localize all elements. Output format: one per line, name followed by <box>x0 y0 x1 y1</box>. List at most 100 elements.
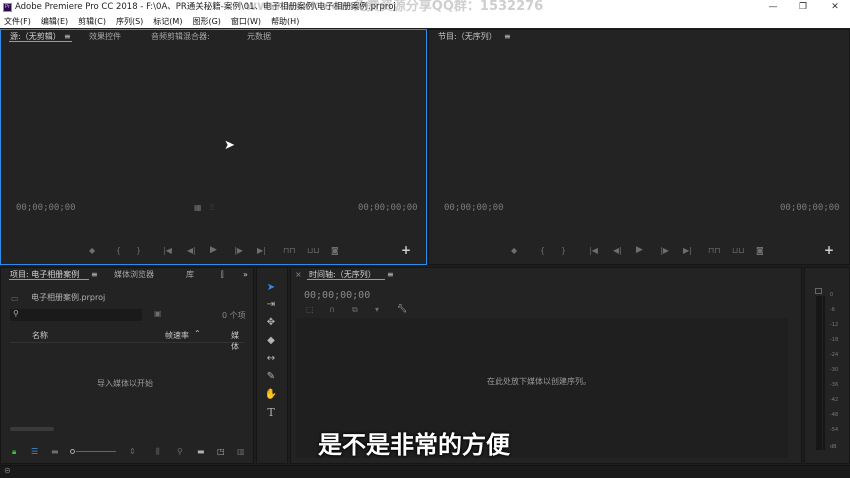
clear-icon[interactable]: ▥ <box>237 447 245 456</box>
track-select-tool-icon[interactable]: ⇥ <box>264 298 278 312</box>
zoom-slider[interactable] <box>76 451 116 452</box>
meter-label: -42 <box>830 397 839 403</box>
play-icon[interactable]: ▶ <box>636 245 643 255</box>
column-media[interactable]: 媒体 <box>231 330 244 352</box>
insert-overwrite-icon[interactable]: ⬚ <box>306 305 314 314</box>
column-frame-rate[interactable]: 帧速率 <box>165 330 189 341</box>
find-icon[interactable]: ⚲ <box>177 447 183 456</box>
zoom-slider-handle[interactable] <box>70 449 75 454</box>
step-back-icon[interactable]: ◀| <box>187 246 196 255</box>
mark-out-icon[interactable]: } <box>136 246 141 255</box>
icon-view-icon[interactable]: ▬ <box>51 447 59 456</box>
source-monitor-panel: 源:（无剪辑） ≡ 效果控件 音频剪辑混合器: 元数据 ➤ 00;00;00;0… <box>0 29 427 265</box>
close-button[interactable]: ✕ <box>824 0 846 15</box>
menu-sequence[interactable]: 序列(S) <box>116 15 143 28</box>
sort-ascending-icon[interactable]: ⌃ <box>194 329 201 338</box>
menu-clip[interactable]: 剪辑(C) <box>78 15 106 28</box>
tab-program[interactable]: 节目:（无序列） <box>438 30 497 44</box>
linked-selection-icon[interactable]: ⧉ <box>352 305 358 315</box>
lock-icon[interactable]: 🔒︎ <box>12 447 16 457</box>
list-view-icon[interactable]: ☰ <box>31 447 38 456</box>
project-panel: 项目: 电子相册案例 ≡ 媒体浏览器 库 ⫿ » ▭ 电子相册案例.prproj… <box>0 267 254 464</box>
extract-icon[interactable]: ⊔⊔ <box>732 246 744 255</box>
settings-wrench-icon[interactable]: 🔧︎ <box>397 304 407 313</box>
mark-in-icon[interactable]: { <box>116 246 121 255</box>
horizontal-scrollbar[interactable] <box>10 427 54 431</box>
solo-button[interactable] <box>815 288 822 294</box>
tab-media-browser[interactable]: 媒体浏览器 <box>114 268 154 282</box>
item-count: 0 个项 <box>222 311 246 320</box>
premiere-logo-icon: Pr <box>3 3 12 12</box>
go-to-out-icon[interactable]: ▶| <box>683 246 692 255</box>
panel-menu-icon[interactable]: ≡ <box>91 268 98 282</box>
ripple-edit-tool-icon[interactable]: ✥ <box>264 316 278 330</box>
search-input[interactable]: ⚲ <box>10 309 142 321</box>
column-name[interactable]: 名称 <box>32 330 48 341</box>
restore-button[interactable]: ❐ <box>792 0 814 15</box>
drag-video-icon[interactable]: ▦ <box>194 203 202 212</box>
tab-libraries[interactable]: 库 <box>186 268 194 282</box>
mark-out-icon[interactable]: } <box>561 246 566 255</box>
meter-label: -12 <box>830 322 839 328</box>
new-bin-icon[interactable]: ▬ <box>197 447 205 456</box>
tab-effect-controls[interactable]: 效果控件 <box>89 30 121 44</box>
timeline-timecode[interactable]: 00;00;00;00 <box>304 290 370 301</box>
export-frame-icon[interactable]: ◙ <box>331 246 339 255</box>
razor-tool-icon[interactable]: ◆ <box>264 334 278 348</box>
tools-panel: ➤ ⇥ ✥ ◆ ↔ ✎ ✋ T <box>256 267 288 464</box>
go-to-in-icon[interactable]: |◀ <box>589 246 598 255</box>
add-marker-icon[interactable]: ▾ <box>375 305 379 314</box>
mouse-cursor-icon: ➤ <box>224 138 235 153</box>
snap-icon[interactable]: ∩ <box>329 305 335 314</box>
button-editor-icon[interactable]: + <box>401 243 411 257</box>
menu-window[interactable]: 窗口(W) <box>231 15 261 28</box>
selection-tool-icon[interactable]: ➤ <box>264 281 278 295</box>
drag-audio-icon[interactable]: ⫶⫶ <box>210 203 214 213</box>
tab-metadata[interactable]: 元数据 <box>247 30 271 44</box>
minimize-button[interactable]: — <box>762 0 784 15</box>
menu-edit[interactable]: 编辑(E) <box>41 15 68 28</box>
program-monitor-panel: 节目:（无序列） ≡ 00;00;00;00 00;00;00;00 ◆ { }… <box>428 29 850 265</box>
type-tool-icon[interactable]: T <box>264 406 278 420</box>
mark-in-icon[interactable]: { <box>540 246 545 255</box>
source-timecode-current[interactable]: 00;00;00;00 <box>16 203 76 213</box>
menu-file[interactable]: 文件(F) <box>4 15 31 28</box>
new-search-bin-icon[interactable]: ▣ <box>154 309 162 318</box>
active-tab-underline <box>307 279 385 280</box>
add-marker-icon[interactable]: ◆ <box>89 246 95 255</box>
go-to-out-icon[interactable]: ▶| <box>257 246 266 255</box>
automate-to-sequence-icon[interactable]: ⫼ <box>156 447 160 457</box>
sort-icon[interactable]: ⇕ <box>129 447 136 456</box>
program-timecode-current[interactable]: 00;00;00;00 <box>444 203 504 213</box>
play-icon[interactable]: ▶ <box>210 245 217 255</box>
go-to-in-icon[interactable]: |◀ <box>163 246 172 255</box>
panel-menu-icon[interactable]: ≡ <box>387 268 394 282</box>
menu-markers[interactable]: 标记(M) <box>153 15 182 28</box>
insert-icon[interactable]: ⊓⊓ <box>283 246 295 255</box>
menu-graphics[interactable]: 图形(G) <box>192 15 220 28</box>
meter-label: -30 <box>830 367 839 373</box>
step-forward-icon[interactable]: |▶ <box>660 246 669 255</box>
export-frame-icon[interactable]: ◙ <box>756 246 764 255</box>
new-item-icon[interactable]: ◳ <box>217 447 225 456</box>
tab-audio-clip-mixer[interactable]: 音频剪辑混合器: <box>151 30 210 44</box>
lift-icon[interactable]: ⊓⊓ <box>708 246 720 255</box>
pen-tool-icon[interactable]: ✎ <box>264 370 278 384</box>
meter-label: -24 <box>830 352 839 358</box>
meter-label: -36 <box>830 382 839 388</box>
slip-tool-icon[interactable]: ↔ <box>264 352 278 366</box>
add-marker-icon[interactable]: ◆ <box>511 246 517 255</box>
overwrite-icon[interactable]: ⊔⊔ <box>307 246 319 255</box>
panel-menu-icon[interactable]: ≡ <box>504 30 511 44</box>
empty-project-hint: 导入媒体以开始 <box>97 379 153 388</box>
project-file-name: 电子相册案例.prproj <box>31 293 106 302</box>
step-back-icon[interactable]: ◀| <box>613 246 622 255</box>
hand-tool-icon[interactable]: ✋ <box>264 388 278 402</box>
meter-label: -48 <box>830 412 839 418</box>
step-forward-icon[interactable]: |▶ <box>234 246 243 255</box>
button-editor-icon[interactable]: + <box>824 243 834 257</box>
more-panels-icon[interactable]: » <box>243 268 248 282</box>
close-tab-icon[interactable]: × <box>295 268 302 282</box>
menu-help[interactable]: 帮助(H) <box>271 15 299 28</box>
panel-overflow-icon[interactable]: ⫿ <box>221 268 224 282</box>
